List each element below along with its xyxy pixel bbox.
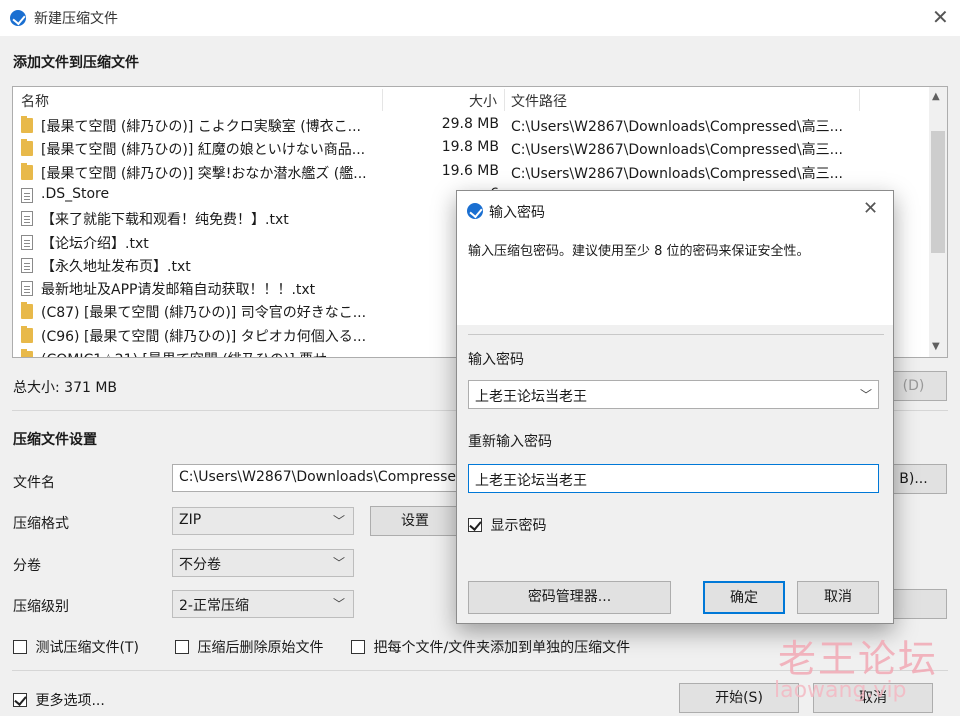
chevron-down-icon: ﹀	[332, 597, 345, 611]
table-row[interactable]: [最果て空間 (緋乃ひの)] 紅魔の娘といけない商品... 19.8 MB C:\U…	[13, 137, 929, 160]
text-file-icon	[21, 257, 33, 273]
row-name: 【论坛介绍】.txt	[41, 235, 149, 252]
password-value: 上老王论坛当老王	[475, 389, 587, 405]
row-size: 19.8 MB	[441, 139, 499, 156]
row-size: 29.8 MB	[441, 116, 499, 132]
reenter-password-label: 重新输入密码	[468, 434, 552, 450]
row-path: C:\Users\W2867\Downloads\Compressed\高三..…	[511, 142, 844, 159]
column-header-path[interactable]: 文件路径	[511, 91, 567, 111]
row-name: [最果て空間 (緋乃ひの)] 紅魔の娘といけない商品...	[41, 142, 366, 159]
checkbox-box[interactable]	[13, 693, 27, 707]
row-name: (C87) [最果て空間 (緋乃ひの)] 司令官の好きなこ...	[41, 305, 367, 322]
format-value: ZIP	[179, 512, 202, 528]
column-separator	[859, 89, 860, 111]
password-dialog: 输入密码 ✕ 输入压缩包密码。建议使用至少 8 位的密码来保证安全性。 输入密码…	[456, 190, 894, 624]
more-options-checkbox[interactable]: 更多选项...	[13, 690, 105, 710]
folder-icon	[21, 162, 33, 180]
scroll-up-icon[interactable]: ▲	[932, 91, 940, 102]
app-logo-icon	[10, 10, 26, 26]
column-separator	[382, 89, 383, 111]
folder-icon	[21, 325, 33, 343]
folder-icon	[21, 139, 33, 157]
row-path: C:\Users\W2867\Downloads\Compressed\高三..…	[511, 119, 844, 135]
chevron-down-icon: ﹀	[332, 556, 345, 570]
checkbox-label: 更多选项...	[35, 693, 105, 709]
show-password-label: 显示密码	[490, 518, 547, 534]
app-logo-icon	[467, 203, 483, 219]
separate-archives-checkbox[interactable]: 把每个文件/文件夹添加到单独的压缩文件	[351, 637, 630, 657]
watermark-logo-text: 老王论坛	[778, 637, 939, 681]
table-row[interactable]: [最果て空間 (緋乃ひの)] 突撃!おなか潜水艦ズ (艦... 19.6 MB C:…	[13, 161, 929, 184]
level-label: 压缩级别	[13, 599, 69, 615]
row-name: (COMIC1☆21) [最果て空間 (緋乃ひの)] 悪せ	[41, 349, 385, 357]
volume-value: 不分卷	[179, 557, 221, 573]
dialog-divider	[468, 334, 884, 335]
row-name: (C96) [最果て空間 (緋乃ひの)] タピオカ何個入る...	[41, 328, 367, 345]
text-file-icon	[21, 211, 33, 227]
folder-icon	[21, 349, 33, 357]
format-select[interactable]: ZIP ﹀	[172, 507, 354, 535]
scrollbar-thumb[interactable]	[931, 131, 945, 253]
delete-source-checkbox[interactable]: 压缩后删除原始文件	[175, 637, 323, 657]
filename-label: 文件名	[13, 475, 55, 491]
row-name: 【永久地址发布页】.txt	[41, 258, 191, 275]
row-name: 最新地址及APP请发邮箱自动获取！！！.txt	[41, 282, 316, 299]
window-title: 新建压缩文件	[34, 11, 118, 27]
chevron-down-icon[interactable]: ﹀	[860, 386, 872, 403]
row-path: C:\Users\W2867\Downloads\Compressed\高三..…	[511, 165, 844, 182]
show-password-checkbox[interactable]: 显示密码	[468, 515, 546, 535]
row-name: .DS_Store	[41, 185, 110, 202]
checkbox-box[interactable]	[13, 640, 27, 654]
watermark-url-text: laowang.vip	[774, 678, 907, 703]
checkbox-label: 把每个文件/文件夹添加到单独的压缩文件	[373, 640, 631, 656]
scroll-down-icon[interactable]: ▼	[932, 341, 940, 352]
column-separator	[504, 89, 505, 111]
level-select[interactable]: 2-正常压缩 ﹀	[172, 590, 354, 618]
ok-button[interactable]: 确定	[703, 581, 785, 614]
dialog-cancel-button[interactable]: 取消	[797, 581, 879, 614]
test-archive-checkbox[interactable]: 测试压缩文件(T)	[13, 637, 139, 657]
volume-label: 分卷	[13, 558, 41, 574]
format-label: 压缩格式	[13, 516, 69, 532]
table-row[interactable]: [最果て空間 (緋乃ひの)] こよクロ実験室 (博衣こ... 29.8 MB C:\…	[13, 114, 929, 137]
password-input[interactable]: 上老王论坛当老王 ﹀	[468, 380, 879, 409]
volume-select[interactable]: 不分卷 ﹀	[172, 549, 354, 577]
add-files-heading: 添加文件到压缩文件	[13, 55, 139, 71]
file-list-scrollbar[interactable]: ▲ ▼	[929, 87, 947, 357]
dialog-titlebar: 输入密码 ✕	[457, 191, 893, 231]
filename-field[interactable]: C:\Users\W2867\Downloads\Compressed	[172, 464, 472, 492]
row-name: [最果て空間 (緋乃ひの)] 突撃!おなか潜水艦ズ (艦...	[41, 165, 367, 182]
row-name: [最果て空間 (緋乃ひの)] こよクロ実験室 (博衣こ...	[41, 119, 362, 135]
text-file-icon	[21, 187, 33, 203]
total-size-label: 总大小: 371 MB	[13, 380, 118, 396]
text-file-icon	[21, 234, 33, 250]
checkbox-label: 压缩后删除原始文件	[197, 640, 324, 656]
column-header-name[interactable]: 名称	[21, 91, 49, 111]
set-password-button[interactable]: 设置	[370, 506, 460, 536]
password-manager-button[interactable]: 密码管理器...	[468, 581, 671, 614]
folder-icon	[21, 302, 33, 320]
chevron-down-icon: ﹀	[332, 514, 345, 528]
reenter-password-input[interactable]: 上老王论坛当老王	[468, 464, 879, 493]
checkbox-box[interactable]	[468, 518, 482, 532]
dialog-info-text: 输入压缩包密码。建议使用至少 8 位的密码来保证安全性。	[468, 244, 810, 259]
row-size: 19.6 MB	[441, 162, 499, 179]
dialog-close-icon[interactable]: ✕	[863, 200, 878, 218]
level-value: 2-正常压缩	[179, 598, 249, 614]
folder-icon	[21, 116, 33, 133]
main-titlebar: 新建压缩文件 ✕	[0, 0, 960, 36]
dialog-info-panel: 输入压缩包密码。建议使用至少 8 位的密码来保证安全性。	[457, 231, 893, 325]
text-file-icon	[21, 281, 33, 297]
settings-heading: 压缩文件设置	[13, 432, 97, 448]
checkbox-box[interactable]	[175, 640, 189, 654]
window-close-icon[interactable]: ✕	[932, 7, 949, 27]
dialog-title: 输入密码	[489, 205, 545, 221]
row-name: 【来了就能下载和观看！纯免费！】.txt	[41, 212, 289, 229]
password-label: 输入密码	[468, 352, 524, 368]
checkbox-label: 测试压缩文件(T)	[35, 640, 139, 656]
checkbox-box[interactable]	[351, 640, 365, 654]
column-header-size[interactable]: 大小	[469, 91, 497, 111]
